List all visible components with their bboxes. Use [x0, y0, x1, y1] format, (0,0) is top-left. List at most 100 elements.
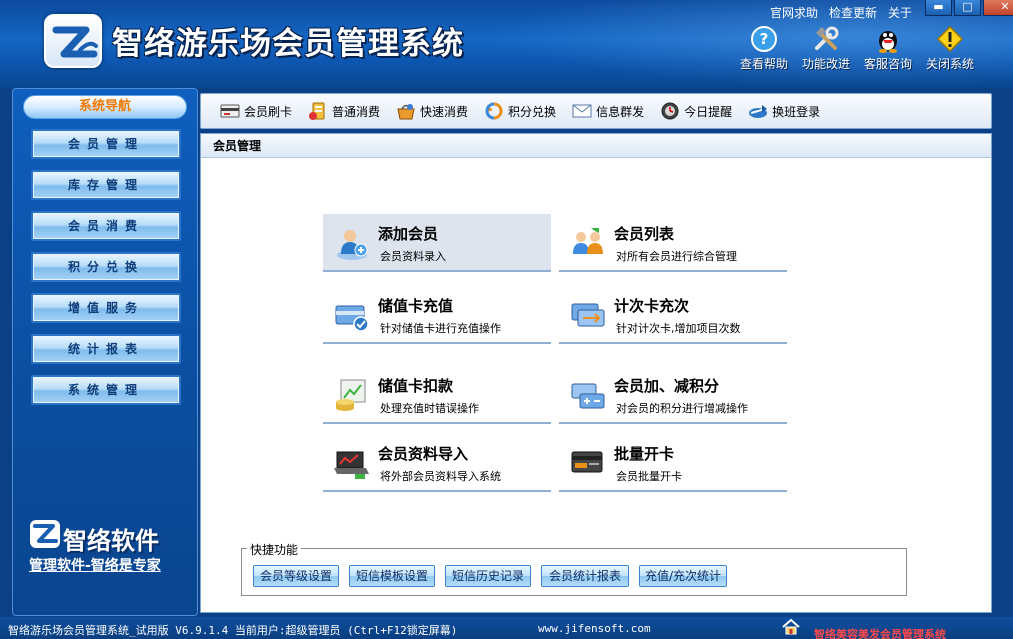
- batch-card-desc: 会员批量开卡: [616, 470, 682, 483]
- member-list-icon: [573, 228, 603, 254]
- brand-logo-icon: [30, 520, 60, 548]
- add-member-icon: [337, 230, 368, 260]
- import-icon: [334, 451, 369, 479]
- main-panel: 会员管理 添加会员 会员资料录入 会员列表 对所有会员进行综合管理 储值卡充值 …: [200, 133, 992, 613]
- toolbar-fast-consume[interactable]: 快速消费: [395, 101, 468, 121]
- quick-functions-legend: 快捷功能: [247, 541, 302, 558]
- batch-card-title: 批量开卡: [614, 445, 675, 463]
- member-list-card[interactable]: 会员列表 对所有会员进行综合管理: [559, 214, 787, 272]
- add-member-card[interactable]: 添加会员 会员资料录入: [323, 214, 551, 272]
- improve-button[interactable]: 功能改进: [798, 25, 854, 72]
- about-link[interactable]: 关于: [888, 4, 912, 21]
- title-bar: 智络游乐场会员管理系统 官网求助 检查更新 关于 ▬ □ ✕ ? 查看帮助 功能…: [0, 0, 1013, 88]
- toolbar-points-exchange[interactable]: 积分兑换: [483, 101, 556, 121]
- warning-icon: [936, 25, 964, 53]
- help-label: 查看帮助: [739, 57, 788, 71]
- stored-card-recharge-icon: [335, 305, 369, 332]
- sidebar-item-points-exchange[interactable]: 积分兑换: [31, 252, 181, 282]
- stored-card-recharge-card[interactable]: 储值卡充值 针对储值卡进行充值操作: [323, 286, 551, 344]
- toolbar-message-broadcast-label: 信息群发: [596, 104, 645, 119]
- toolbar-shift-login[interactable]: 换班登录: [747, 101, 820, 121]
- close-system-button[interactable]: 关闭系统: [922, 25, 978, 72]
- exchange-icon: [485, 102, 503, 120]
- sms-history-button[interactable]: 短信历史记录: [445, 565, 531, 587]
- status-text: 智络游乐场会员管理系统_试用版 V6.9.1.4 当前用户:超级管理员 (Ctr…: [8, 624, 458, 637]
- count-card-recharge-title: 计次卡充次: [614, 297, 690, 315]
- sms-template-settings-button[interactable]: 短信模板设置: [349, 565, 435, 587]
- website-link[interactable]: www.jifensoft.com: [538, 622, 651, 635]
- scrolling-notice: 智络美容美发会员管理系统: [814, 628, 946, 639]
- sidebar-item-statistics-report[interactable]: 统计报表: [31, 334, 181, 364]
- minimize-button[interactable]: ▬: [925, 0, 952, 16]
- reminder-icon: [661, 102, 679, 120]
- toolbar-fast-consume-label: 快速消费: [420, 104, 469, 119]
- shift-login-icon: [749, 105, 768, 118]
- toolbar-member-swipe-label: 会员刷卡: [244, 104, 293, 119]
- qq-icon: [879, 31, 897, 53]
- brand-slogan: 管理软件-智络是专家: [29, 558, 161, 574]
- quick-tools: ? 查看帮助 功能改进 客服咨询 关闭系统: [736, 25, 978, 72]
- toolbar-message-broadcast[interactable]: 信息群发: [571, 101, 644, 121]
- help-button[interactable]: ? 查看帮助: [736, 25, 792, 72]
- count-card-recharge-card[interactable]: 计次卡充次 针对计次卡,增加项目次数: [559, 286, 787, 344]
- message-icon: [572, 104, 592, 118]
- customer-service-button[interactable]: 客服咨询: [860, 25, 916, 72]
- tools-icon: [815, 26, 839, 50]
- count-card-recharge-desc: 针对计次卡,增加项目次数: [616, 322, 741, 335]
- batch-card-icon: [571, 451, 603, 473]
- close-window-button[interactable]: ✕: [983, 0, 1013, 16]
- member-import-card[interactable]: 会员资料导入 将外部会员资料导入系统: [323, 434, 551, 492]
- official-help-link[interactable]: 官网求助: [770, 4, 818, 21]
- member-import-desc: 将外部会员资料导入系统: [380, 470, 501, 483]
- nav-title: 系统导航: [23, 95, 187, 119]
- app-logo-icon: [44, 14, 102, 68]
- toolbar: 会员刷卡 普通消费 快速消费 积分兑换 信息群发 今日提醒 换班登录: [200, 93, 992, 129]
- points-adjust-card[interactable]: 会员加、减积分 对会员的积分进行增减操作: [559, 366, 787, 424]
- section-title: 会员管理: [201, 134, 991, 158]
- stored-card-recharge-title: 储值卡充值: [378, 297, 454, 315]
- member-list-desc: 对所有会员进行综合管理: [616, 250, 737, 263]
- batch-card-card[interactable]: 批量开卡 会员批量开卡: [559, 434, 787, 492]
- improve-label: 功能改进: [801, 57, 850, 71]
- sidebar: 系统导航 会员管理 库存管理 会员消费 积分兑换 增值服务 统计报表 系统管理 …: [12, 88, 198, 616]
- stored-card-deduct-title: 储值卡扣款: [378, 377, 454, 395]
- member-level-settings-button[interactable]: 会员等级设置: [253, 565, 339, 587]
- member-import-title: 会员资料导入: [378, 445, 469, 463]
- add-member-title: 添加会员: [378, 225, 439, 243]
- points-adjust-desc: 对会员的积分进行增减操作: [616, 402, 748, 415]
- points-adjust-title: 会员加、减积分: [614, 377, 720, 395]
- sidebar-item-inventory-management[interactable]: 库存管理: [31, 170, 181, 200]
- stored-card-deduct-card[interactable]: 储值卡扣款 处理充值时错误操作: [323, 366, 551, 424]
- fast-consume-icon: [397, 104, 415, 120]
- add-member-desc: 会员资料录入: [380, 250, 446, 263]
- toolbar-today-reminder-label: 今日提醒: [684, 104, 733, 119]
- maximize-button[interactable]: □: [954, 0, 981, 16]
- status-bar: 智络游乐场会员管理系统_试用版 V6.9.1.4 当前用户:超级管理员 (Ctr…: [0, 617, 1013, 639]
- member-list-title: 会员列表: [614, 225, 675, 243]
- brand-name: 智络软件: [63, 527, 159, 555]
- toolbar-member-swipe[interactable]: 会员刷卡: [219, 101, 292, 121]
- recharge-statistics-button[interactable]: 充值/充次统计: [639, 565, 727, 587]
- check-update-link[interactable]: 检查更新: [829, 4, 877, 21]
- toolbar-normal-consume-label: 普通消费: [332, 104, 381, 119]
- toolbar-shift-login-label: 换班登录: [772, 104, 821, 119]
- svg-text:?: ?: [760, 30, 769, 48]
- customer-service-label: 客服咨询: [863, 57, 912, 71]
- sidebar-item-value-added-service[interactable]: 增值服务: [31, 293, 181, 323]
- sidebar-item-system-management[interactable]: 系统管理: [31, 375, 181, 405]
- help-icon: ?: [751, 26, 777, 52]
- toolbar-points-exchange-label: 积分兑换: [508, 104, 557, 119]
- consume-icon: [309, 102, 325, 120]
- member-statistics-report-button[interactable]: 会员统计报表: [541, 565, 629, 587]
- stored-card-deduct-icon: [336, 379, 366, 411]
- top-links: 官网求助 检查更新 关于: [770, 4, 912, 21]
- toolbar-today-reminder[interactable]: 今日提醒: [659, 101, 732, 121]
- sidebar-item-member-consumption[interactable]: 会员消费: [31, 211, 181, 241]
- points-adjust-icon: [571, 383, 605, 409]
- window-controls: ▬ □ ✕: [925, 0, 1013, 16]
- home-icon[interactable]: [782, 619, 800, 635]
- sidebar-item-member-management[interactable]: 会员管理: [31, 129, 181, 159]
- stored-card-recharge-desc: 针对储值卡进行充值操作: [380, 322, 501, 335]
- stored-card-deduct-desc: 处理充值时错误操作: [380, 402, 479, 415]
- toolbar-normal-consume[interactable]: 普通消费: [307, 101, 380, 121]
